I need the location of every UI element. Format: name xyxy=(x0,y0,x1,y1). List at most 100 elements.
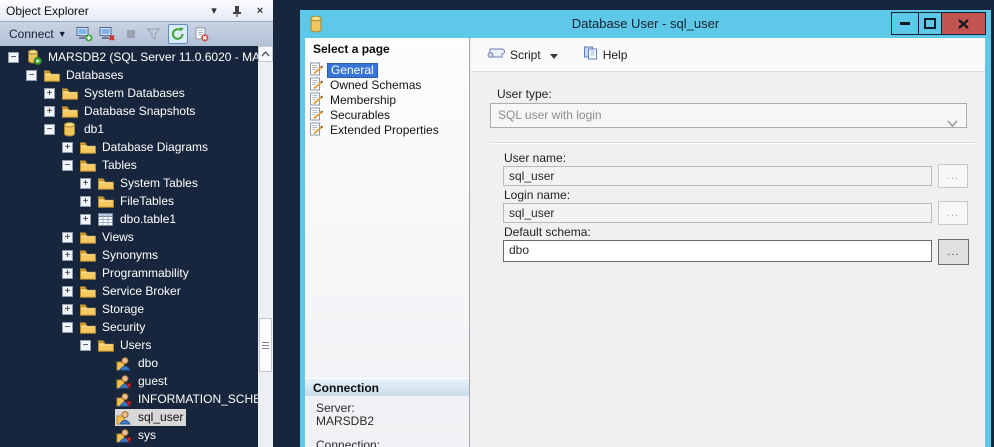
tree-item-dbo-table1[interactable]: +dbo.table1 xyxy=(0,210,258,228)
collapse-icon[interactable]: − xyxy=(80,340,91,351)
expand-icon[interactable]: + xyxy=(62,286,73,297)
user-icon xyxy=(115,356,132,371)
maximize-icon xyxy=(924,18,936,29)
tree-item-sql-user[interactable]: +sql_user xyxy=(0,408,258,426)
tree-item-databases[interactable]: −Databases xyxy=(0,66,258,84)
expand-icon[interactable]: + xyxy=(62,250,73,261)
tree-item-database-snapshots[interactable]: +Database Snapshots xyxy=(0,102,258,120)
object-explorer-toolbar: Connect ▼ xyxy=(0,22,273,46)
minimize-button[interactable] xyxy=(891,12,919,35)
tree-item-db1[interactable]: −db1 xyxy=(0,120,258,138)
window-menu-chevron-icon[interactable]: ▾ xyxy=(207,4,221,18)
collapse-icon[interactable]: − xyxy=(62,160,73,171)
object-explorer-title: Object Explorer xyxy=(6,4,89,18)
tree-item-database-diagrams[interactable]: + Database Diagrams xyxy=(0,138,258,156)
page-item-securables[interactable]: Securables xyxy=(309,108,467,123)
select-a-page-pane: Select a page GeneralOwned SchemasMember… xyxy=(305,38,470,447)
folder-icon xyxy=(79,231,96,244)
page-icon xyxy=(309,122,323,139)
connect-button-label: Connect xyxy=(9,27,54,41)
expand-icon[interactable]: + xyxy=(62,232,73,243)
disconnect-server-icon[interactable] xyxy=(99,25,117,43)
help-button[interactable]: Help xyxy=(580,44,631,65)
tree-item-tables[interactable]: −Tables xyxy=(0,156,258,174)
tree-item-system-tables[interactable]: + System Tables xyxy=(0,174,258,192)
collapse-icon[interactable]: − xyxy=(8,52,19,63)
tree-item-label: MARSDB2 (SQL Server 11.0.6020 - MARSD xyxy=(45,49,258,65)
scroll-up-icon[interactable] xyxy=(258,46,273,62)
refresh-icon[interactable] xyxy=(168,24,188,44)
database-icon xyxy=(61,122,78,137)
expand-icon[interactable]: + xyxy=(62,142,73,153)
stop-icon[interactable] xyxy=(122,25,140,43)
collapse-icon[interactable]: − xyxy=(44,124,55,135)
default-schema-field[interactable]: dbo xyxy=(503,240,932,262)
collapse-icon[interactable]: − xyxy=(62,322,73,333)
folder-icon xyxy=(79,249,96,262)
folder-icon xyxy=(79,303,96,316)
user-red-icon xyxy=(115,392,132,407)
tree-item-users[interactable]: −Users xyxy=(0,336,258,354)
tree-item-views[interactable]: + Views xyxy=(0,228,258,246)
expand-icon[interactable]: + xyxy=(80,178,91,189)
expand-icon[interactable]: + xyxy=(62,304,73,315)
tree-item-security[interactable]: −Security xyxy=(0,318,258,336)
page-content-pane: Script Help User type: SQL user xyxy=(471,38,985,447)
tree-item-programmability[interactable]: + Programmability xyxy=(0,264,258,282)
connection-label: Connection: xyxy=(316,438,380,447)
login-name-label: Login name: xyxy=(504,188,570,202)
tree-item-sys[interactable]: +sys xyxy=(0,426,258,444)
tree-item-information-schema[interactable]: +INFORMATION_SCHEMA xyxy=(0,390,258,408)
tree-item-marsdb2-sql-server-11-0-6020-marsd[interactable]: − MARSDB2 (SQL Server 11.0.6020 - MARSD xyxy=(0,48,258,66)
table-icon xyxy=(97,213,114,226)
object-explorer-scrollbar[interactable] xyxy=(258,46,273,447)
tree-item-filetables[interactable]: + FileTables xyxy=(0,192,258,210)
tree-item-label: guest xyxy=(135,373,170,389)
folder-icon xyxy=(61,87,78,100)
page-item-owned-schemas[interactable]: Owned Schemas xyxy=(309,78,467,93)
expand-icon[interactable]: + xyxy=(80,196,91,207)
dialog-toolbar: Script Help xyxy=(471,38,985,72)
scrollbar-thumb[interactable] xyxy=(259,318,272,372)
expand-icon[interactable]: + xyxy=(62,268,73,279)
close-icon[interactable]: × xyxy=(253,4,267,18)
tree-item-guest[interactable]: +guest xyxy=(0,372,258,390)
tree-item-dbo[interactable]: +dbo xyxy=(0,354,258,372)
tree-item-synonyms[interactable]: +Synonyms xyxy=(0,246,258,264)
tree-item-label: FileTables xyxy=(117,193,177,209)
tree-item-label: Storage xyxy=(99,301,147,317)
expand-icon[interactable]: + xyxy=(44,106,55,117)
page-item-membership[interactable]: Membership xyxy=(309,93,467,108)
dialog-titlebar[interactable]: Database User - sql_user xyxy=(300,10,991,38)
tree-item-service-broker[interactable]: +Service Broker xyxy=(0,282,258,300)
script-error-icon[interactable] xyxy=(193,25,211,43)
tree-item-label: Programmability xyxy=(99,265,192,281)
maximize-button[interactable] xyxy=(918,12,942,35)
default-schema-browse-button[interactable]: ... xyxy=(938,239,969,265)
connect-server-icon[interactable] xyxy=(76,25,94,43)
close-button[interactable] xyxy=(941,12,986,35)
page-item-general[interactable]: General xyxy=(309,63,467,78)
application-window: Object Explorer ▾ × Connect ▼ −MARSDB2 (… xyxy=(0,0,994,447)
page-item-label: Securables xyxy=(327,109,393,122)
tree-item-label: sql_user xyxy=(135,409,186,425)
help-button-label: Help xyxy=(603,48,628,62)
tree-item-label: Database Diagrams xyxy=(99,139,211,155)
tree-item-system-databases[interactable]: +System Databases xyxy=(0,84,258,102)
script-dropdown-chevron-icon[interactable] xyxy=(550,46,558,64)
script-button[interactable]: Script xyxy=(483,44,544,65)
tree-item-label: INFORMATION_SCHEMA xyxy=(135,391,258,407)
connection-header: Connection xyxy=(305,378,469,396)
page-item-label: General xyxy=(327,63,378,78)
page-item-extended-properties[interactable]: Extended Properties xyxy=(309,123,467,138)
connect-button[interactable]: Connect ▼ xyxy=(6,26,70,42)
user-name-label: User name: xyxy=(504,151,566,165)
expand-icon[interactable]: + xyxy=(80,214,91,225)
tree-item-storage[interactable]: + Storage xyxy=(0,300,258,318)
tree-item-label: Views xyxy=(99,229,137,245)
tree-item-label: System Tables xyxy=(117,175,201,191)
pin-icon[interactable] xyxy=(230,4,244,18)
filter-icon[interactable] xyxy=(145,25,163,43)
expand-icon[interactable]: + xyxy=(44,88,55,99)
collapse-icon[interactable]: − xyxy=(26,70,37,81)
